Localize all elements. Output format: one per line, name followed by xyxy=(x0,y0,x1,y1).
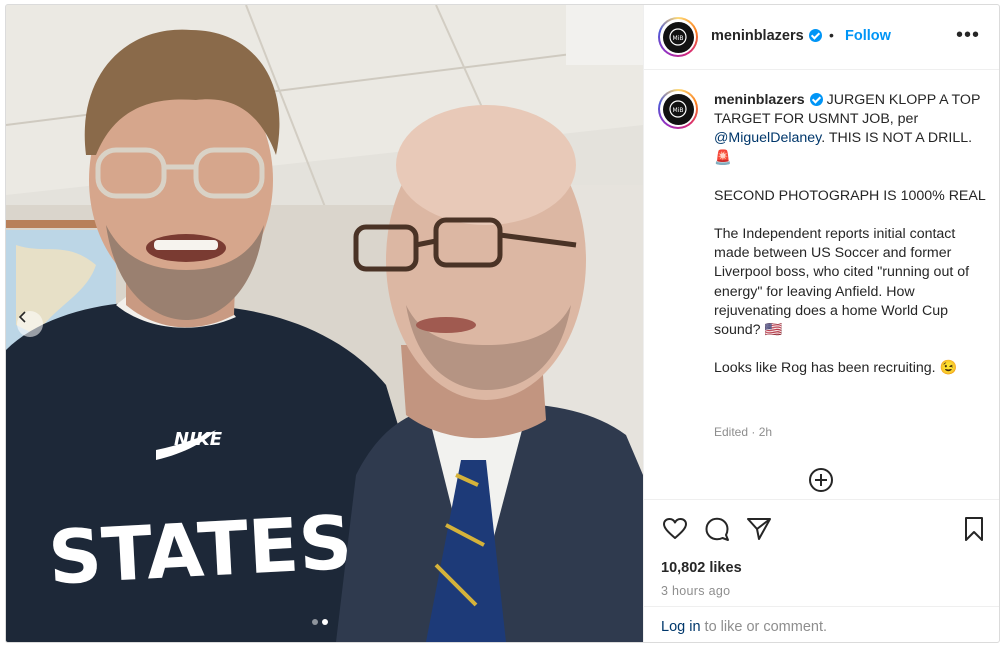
chevron-left-icon xyxy=(18,311,26,323)
login-text: Log in to like or comment. xyxy=(661,619,827,635)
avatar-inner: MiB xyxy=(660,19,696,55)
post-timestamp[interactable]: 3 hours ago xyxy=(661,584,730,598)
add-comment-icon[interactable] xyxy=(808,467,834,493)
carousel-prev-button[interactable] xyxy=(17,311,43,337)
caption-paragraph: SECOND PHOTOGRAPH IS 1000% REAL xyxy=(714,187,986,204)
edited-timestamp: Edited · 2h xyxy=(714,425,773,439)
follow-button[interactable]: Follow xyxy=(845,28,891,44)
post-header: MiB meninblazers • Follow ••• xyxy=(644,5,999,70)
avatar-logo: MiB xyxy=(662,93,694,125)
caption-paragraph: The Independent reports initial contact … xyxy=(714,226,970,339)
heart-icon[interactable] xyxy=(662,516,688,542)
login-rest-text: to like or comment. xyxy=(700,619,828,635)
action-bar: 10,802 likes 3 hours ago Log in to like … xyxy=(644,499,999,642)
avatar[interactable]: MiB xyxy=(658,17,698,57)
comment-icon[interactable] xyxy=(704,516,730,542)
svg-text:MiB: MiB xyxy=(673,107,684,114)
photo-illustration: NIKE STATES xyxy=(6,5,643,642)
login-link[interactable]: Log in xyxy=(661,619,701,635)
verified-badge-icon xyxy=(809,93,823,106)
carousel-indicator xyxy=(312,619,328,625)
caption-avatar[interactable]: MiB xyxy=(658,89,698,129)
svg-text:STATES: STATES xyxy=(46,500,354,602)
like-count[interactable]: 10,802 likes xyxy=(661,560,742,576)
avatar-logo: MiB xyxy=(662,21,694,53)
header-separator: • xyxy=(829,27,834,43)
login-prompt: Log in to like or comment. xyxy=(644,606,999,642)
caption-author[interactable]: meninblazers xyxy=(714,92,805,108)
crest-icon: MiB xyxy=(669,28,687,46)
caption-section: MiB meninblazers JURGEN KLOPP A TOP TARG… xyxy=(644,69,999,499)
caption-paragraph: Looks like Rog has been recruiting. 😉 xyxy=(714,360,958,377)
svg-text:MiB: MiB xyxy=(673,35,684,42)
instagram-post: NIKE STATES MiB meninblazers • Follow ••… xyxy=(5,4,1000,643)
carousel-dot xyxy=(312,619,318,625)
avatar-inner: MiB xyxy=(660,91,696,127)
author-username[interactable]: meninblazers xyxy=(711,28,822,44)
svg-text:NIKE: NIKE xyxy=(174,429,223,450)
bookmark-icon[interactable] xyxy=(961,516,987,542)
mention-link[interactable]: @MiguelDelaney xyxy=(714,130,821,146)
post-side-panel: MiB meninblazers • Follow ••• MiB meninb… xyxy=(643,5,999,642)
verified-badge-icon xyxy=(808,29,822,42)
more-options-icon[interactable]: ••• xyxy=(956,25,980,45)
caption-text: meninblazers JURGEN KLOPP A TOP TARGET F… xyxy=(714,91,986,397)
post-photo[interactable]: NIKE STATES xyxy=(6,5,643,642)
carousel-dot-active xyxy=(322,619,328,625)
share-icon[interactable] xyxy=(746,516,772,542)
crest-icon: MiB xyxy=(669,100,687,118)
